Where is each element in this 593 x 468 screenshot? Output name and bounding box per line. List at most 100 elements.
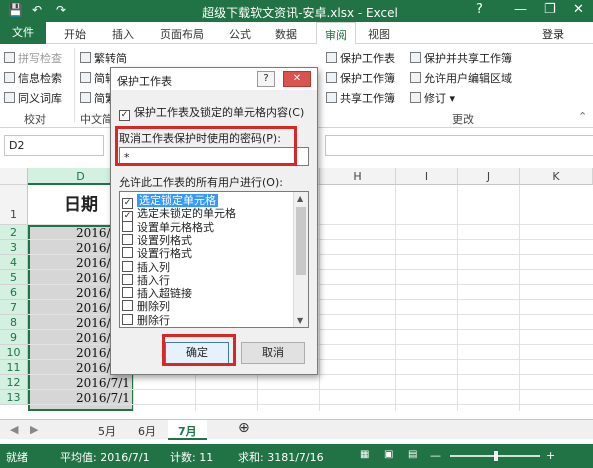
help-button[interactable]: ? bbox=[476, 2, 483, 17]
permission-checkbox[interactable] bbox=[122, 300, 133, 312]
permission-checkbox[interactable] bbox=[122, 313, 133, 325]
date-cell[interactable]: 2016/7/1 bbox=[76, 376, 130, 390]
track-changes-button[interactable]: 修订 ▾ bbox=[410, 90, 455, 106]
permission-item[interactable]: 设置单元格格式 bbox=[122, 220, 214, 234]
tab-insert[interactable]: 插入 bbox=[112, 26, 134, 42]
page-layout-view-icon[interactable]: ▣ bbox=[384, 449, 393, 460]
dialog-help-button[interactable]: ? bbox=[257, 71, 275, 87]
scroll-up-icon[interactable]: ▲ bbox=[297, 194, 303, 203]
allow-edit-button[interactable]: 允许用户编辑区域 bbox=[410, 70, 512, 86]
collapse-ribbon-icon[interactable]: ⌃ bbox=[578, 110, 587, 123]
date-cell[interactable]: 2016/ bbox=[76, 226, 111, 240]
row-header[interactable]: 8 bbox=[0, 315, 28, 330]
tab-review[interactable]: 审阅 bbox=[316, 22, 356, 45]
permission-item[interactable]: 删除行 bbox=[122, 313, 170, 327]
permission-item[interactable]: 插入列 bbox=[122, 260, 170, 274]
share-book-button[interactable]: 共享工作簿 bbox=[326, 90, 395, 106]
row-header[interactable]: 3 bbox=[0, 240, 28, 255]
undo-icon[interactable]: ↶ bbox=[32, 3, 42, 17]
row-header[interactable]: 7 bbox=[0, 300, 28, 315]
sign-in-link[interactable]: 登录 bbox=[542, 26, 564, 42]
scroll-thumb[interactable] bbox=[296, 207, 306, 275]
permission-item[interactable]: 插入行 bbox=[122, 273, 170, 287]
tab-data[interactable]: 数据 bbox=[275, 26, 297, 42]
column-header-j[interactable]: J bbox=[458, 168, 520, 185]
save-icon[interactable]: 💾 bbox=[8, 3, 23, 17]
minimize-button[interactable]: — bbox=[514, 2, 527, 17]
permission-item[interactable]: 设置行格式 bbox=[122, 247, 192, 260]
tab-view[interactable]: 视图 bbox=[368, 26, 390, 42]
prev-sheet-icon[interactable]: ◀ bbox=[10, 423, 18, 436]
row-header[interactable]: 4 bbox=[0, 255, 28, 270]
row-header[interactable]: 12 bbox=[0, 375, 28, 390]
permission-item[interactable]: 删除列 bbox=[122, 300, 170, 313]
date-cell[interactable]: 2016/ bbox=[76, 271, 111, 285]
date-cell[interactable]: 2016/ bbox=[76, 346, 111, 360]
date-cell[interactable]: 2016/ bbox=[76, 331, 111, 345]
row-header[interactable]: 5 bbox=[0, 270, 28, 285]
row-header[interactable]: 6 bbox=[0, 285, 28, 300]
date-cell[interactable]: 2016/ bbox=[76, 256, 111, 270]
thesaurus-button[interactable]: 同义词库 bbox=[4, 90, 62, 106]
tab-page-layout[interactable]: 页面布局 bbox=[160, 26, 204, 42]
row-header[interactable]: 13 bbox=[0, 390, 28, 405]
permission-checkbox[interactable] bbox=[122, 233, 133, 245]
column-header-k[interactable]: K bbox=[520, 168, 593, 185]
scroll-down-icon[interactable]: ▼ bbox=[297, 316, 303, 325]
zoom-out-icon[interactable]: — bbox=[430, 449, 441, 462]
row-header[interactable]: 1 bbox=[0, 185, 28, 225]
dialog-close-button[interactable]: ✕ bbox=[283, 71, 311, 87]
permission-checkbox[interactable] bbox=[122, 287, 133, 299]
permission-checkbox[interactable] bbox=[122, 273, 133, 285]
permissions-list[interactable]: ✓ 选定锁定单元格 ✓ 选定未锁定的单元格 设置单元格格式 设置列格式 设置行格式 插入列 插入… bbox=[119, 191, 309, 328]
row-header[interactable]: 2 bbox=[0, 225, 28, 240]
protect-contents-option[interactable]: ✓ 保护工作表及锁定的单元格内容(C) bbox=[119, 104, 304, 121]
permission-item[interactable]: ✓ 选定未锁定的单元格 bbox=[122, 207, 236, 223]
date-cell[interactable]: 2016/ bbox=[76, 286, 111, 300]
sheet-tab-july[interactable]: 7月 bbox=[168, 420, 207, 440]
tab-home[interactable]: 开始 bbox=[64, 26, 86, 42]
select-all-corner[interactable] bbox=[0, 168, 28, 185]
date-cell[interactable]: 2016/ bbox=[76, 241, 111, 255]
protect-sheet-button[interactable]: 保护工作表 bbox=[326, 50, 395, 66]
permission-item[interactable]: ✓ 选定锁定单元格 bbox=[122, 194, 218, 209]
tab-formulas[interactable]: 公式 bbox=[229, 26, 251, 42]
date-cell[interactable]: 2016/7/1 bbox=[76, 391, 130, 405]
sheet-tab-june[interactable]: 6月 bbox=[128, 420, 166, 440]
tab-file[interactable]: 文件 bbox=[0, 22, 46, 44]
zoom-in-icon[interactable]: + bbox=[546, 449, 555, 462]
normal-view-icon[interactable]: ▦ bbox=[360, 449, 369, 460]
row-header[interactable]: 11 bbox=[0, 360, 28, 375]
date-cell[interactable]: 2016/ bbox=[76, 301, 111, 315]
permission-item[interactable]: 设置列格式 bbox=[122, 233, 192, 247]
next-sheet-icon[interactable]: ▶ bbox=[30, 423, 38, 436]
redo-icon[interactable]: ↷ bbox=[56, 3, 66, 17]
name-box[interactable]: D2 bbox=[4, 135, 104, 156]
cancel-button[interactable]: 取消 bbox=[241, 342, 305, 364]
permission-checkbox[interactable] bbox=[122, 247, 133, 259]
column-header-i[interactable]: I bbox=[396, 168, 458, 185]
restore-button[interactable]: ❐ bbox=[544, 2, 556, 17]
t2s-button[interactable]: 繁转简 bbox=[80, 50, 127, 66]
formula-input[interactable] bbox=[325, 135, 593, 156]
protect-book-button[interactable]: 保护工作簿 bbox=[326, 70, 395, 86]
add-sheet-icon[interactable]: ⊕ bbox=[228, 420, 260, 440]
zoom-slider-handle[interactable] bbox=[494, 451, 498, 461]
date-cell[interactable]: 2016/ bbox=[76, 316, 111, 330]
gridline bbox=[519, 185, 520, 411]
protect-sheet-dialog: 保护工作表 ? ✕ ✓ 保护工作表及锁定的单元格内容(C) 取消工作表保护时使用的… bbox=[110, 67, 318, 375]
permissions-scrollbar[interactable]: ▲ ▼ bbox=[293, 192, 308, 327]
row-header[interactable]: 10 bbox=[0, 345, 28, 360]
permission-item[interactable]: 插入超链接 bbox=[122, 287, 192, 300]
permission-checkbox[interactable] bbox=[122, 260, 133, 272]
column-header-h[interactable]: H bbox=[320, 168, 396, 185]
sheet-tab-may[interactable]: 5月 bbox=[88, 420, 126, 440]
research-button[interactable]: 信息检索 bbox=[4, 70, 62, 86]
row-header[interactable]: 9 bbox=[0, 330, 28, 345]
permission-checkbox[interactable] bbox=[122, 220, 133, 232]
protect-share-button[interactable]: 保护并共享工作簿 bbox=[410, 50, 512, 66]
spell-check-button[interactable]: 拼写检查 bbox=[4, 50, 62, 66]
protect-contents-checkbox[interactable]: ✓ bbox=[119, 110, 130, 121]
close-button[interactable]: ✕ bbox=[573, 2, 584, 17]
page-break-view-icon[interactable]: ▤ bbox=[408, 449, 417, 460]
